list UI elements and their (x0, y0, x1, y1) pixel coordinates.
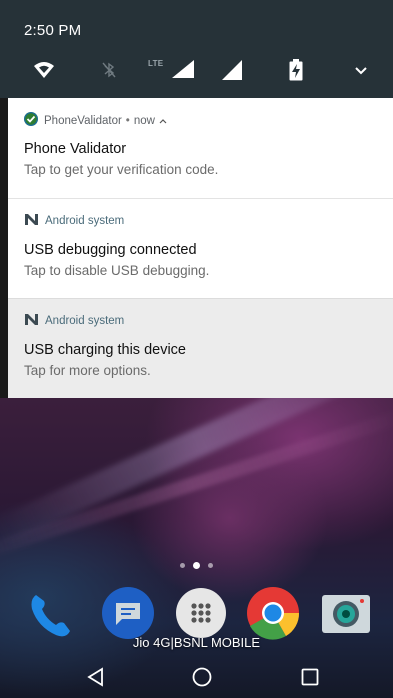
notification-app-name: Android system (45, 315, 125, 327)
phone-app-icon[interactable] (24, 585, 80, 641)
notification-header: PhoneValidator • now (24, 112, 167, 129)
android-system-icon (24, 213, 39, 229)
app-drawer-icon[interactable] (173, 585, 229, 641)
notification-title: Phone Validator (24, 141, 127, 157)
back-icon[interactable] (80, 661, 112, 693)
notification-header: Android system (24, 213, 124, 229)
notification-usb-debugging[interactable]: Android system USB debugging connected T… (8, 198, 393, 298)
notification-body: Tap to get your verification code. (24, 162, 219, 177)
battery-charging-icon[interactable] (282, 56, 310, 84)
messages-app-icon[interactable] (100, 585, 156, 641)
chrome-app-icon[interactable] (245, 585, 301, 641)
lte-signal-icon[interactable]: LTE (148, 56, 200, 84)
home-page-indicator (0, 562, 393, 569)
notification-title: USB charging this device (24, 342, 186, 358)
notification-phone-validator[interactable]: PhoneValidator • now Phone Validator Tap… (8, 98, 393, 198)
notification-title: USB debugging connected (24, 242, 197, 258)
notification-app-name: Android system (45, 215, 125, 227)
camera-app-icon[interactable] (318, 585, 374, 641)
notification-time: now (133, 114, 155, 127)
bluetooth-off-icon[interactable] (95, 56, 123, 84)
notification-body: Tap to disable USB debugging. (24, 263, 210, 278)
signal-icon[interactable] (218, 56, 246, 84)
notification-header: Android system (24, 313, 124, 329)
navigation-bar (0, 655, 393, 698)
phonevalidator-app-icon (24, 112, 38, 129)
home-icon[interactable] (186, 661, 218, 693)
wifi-icon[interactable] (30, 56, 58, 84)
quick-settings-row: LTE (0, 56, 393, 84)
expand-chevron-icon[interactable] (347, 56, 375, 84)
quick-settings-header[interactable]: 2:50 PM LTE (0, 0, 393, 98)
android-system-icon (24, 313, 39, 329)
status-time: 2:50 PM (24, 22, 82, 39)
home-wallpaper (0, 339, 393, 698)
notification-usb-charging[interactable]: Android system USB charging this device … (8, 298, 393, 398)
notification-app-name: PhoneValidator (44, 114, 122, 127)
recents-icon[interactable] (294, 661, 326, 693)
expand-caret-icon[interactable] (159, 116, 167, 126)
carrier-label: Jio 4G|BSNL MOBILE (132, 635, 261, 650)
notification-body: Tap for more options. (24, 363, 151, 378)
